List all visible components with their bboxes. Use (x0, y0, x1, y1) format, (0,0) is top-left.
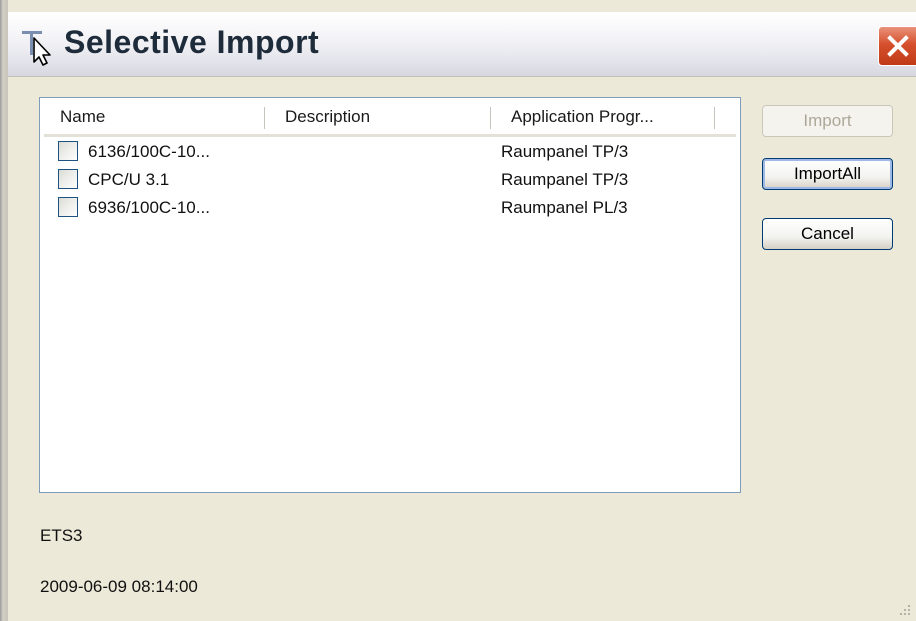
cancel-button[interactable]: Cancel (762, 218, 893, 250)
arrow-cursor-icon (22, 31, 51, 66)
row-name: 6136/100C-10... (88, 142, 210, 161)
list-row[interactable]: 6136/100C-10... Raumpanel TP/3 (40, 138, 740, 166)
device-list[interactable]: Name Description Application Progr... 61… (39, 97, 741, 493)
window-title: Selective Import (64, 24, 320, 60)
timestamp-label: 2009-06-09 08:14:00 (40, 577, 198, 596)
source-label: ETS3 (40, 526, 83, 545)
dialog-client-area: Name Description Application Progr... 61… (8, 77, 916, 621)
column-header-description[interactable]: Description (265, 98, 490, 134)
list-row[interactable]: 6936/100C-10... Raumpanel PL/3 (40, 194, 740, 222)
row-application: Raumpanel TP/3 (501, 170, 629, 189)
list-row[interactable]: CPC/U 3.1 Raumpanel TP/3 (40, 166, 740, 194)
row-application: Raumpanel TP/3 (501, 142, 629, 161)
row-checkbox[interactable] (58, 169, 78, 189)
row-name: CPC/U 3.1 (88, 170, 170, 189)
import-button[interactable]: Import (762, 105, 893, 137)
import-all-button[interactable]: ImportAll (762, 158, 893, 190)
window-left-border (0, 0, 8, 621)
title-bar[interactable]: Selective Import (8, 12, 916, 77)
row-application: Raumpanel PL/3 (501, 198, 628, 217)
close-button[interactable] (878, 26, 916, 66)
column-separator[interactable] (714, 107, 715, 129)
resize-grip-icon[interactable] (898, 603, 912, 617)
header-divider (44, 134, 736, 137)
row-checkbox[interactable] (58, 197, 78, 217)
list-header: Name Description Application Progr... (40, 98, 740, 137)
selective-import-dialog: Selective Import Name Description Applic… (0, 0, 916, 621)
column-header-application[interactable]: Application Progr... (491, 98, 716, 134)
close-icon (887, 35, 909, 57)
row-name: 6936/100C-10... (88, 198, 210, 217)
column-header-name[interactable]: Name (40, 98, 264, 134)
row-checkbox[interactable] (58, 141, 78, 161)
